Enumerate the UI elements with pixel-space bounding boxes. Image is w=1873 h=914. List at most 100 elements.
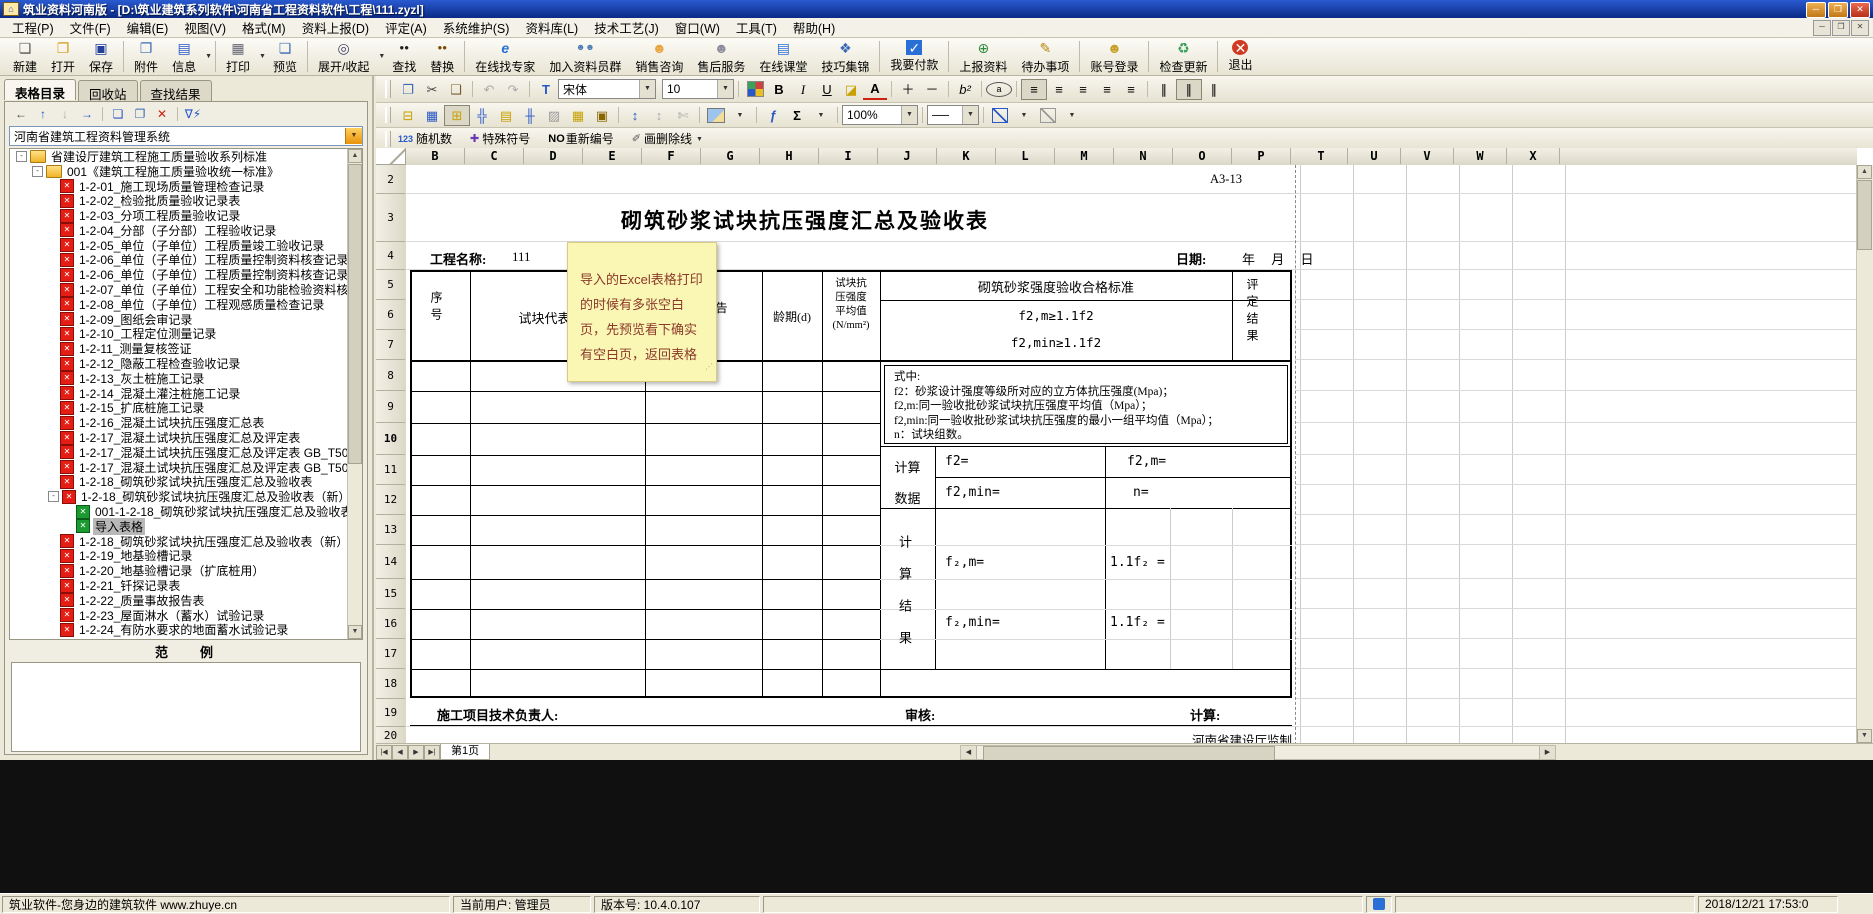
tree-item-27[interactable]: ✕1-2-18_砌筑砂浆试块抗压强度汇总及验收表（新）【2组以 — [10, 534, 362, 549]
tree-item-31[interactable]: ✕1-2-22_质量事故报告表 — [10, 593, 362, 608]
column-header-I[interactable]: I — [819, 148, 878, 164]
toolbar-button-expand-collapse[interactable]: ◎展开/收起 — [311, 38, 376, 76]
toolbar-button-open-folder[interactable]: ❐打开 — [44, 38, 82, 76]
column-header-E[interactable]: E — [583, 148, 642, 164]
tree-item-25[interactable]: ✕001-1-2-18_砌筑砂浆试块抗压强度汇总及验收表（新） — [10, 504, 362, 519]
row-spacing-icon[interactable]: ↕ — [623, 106, 647, 125]
toolbar-button-service-person[interactable]: ☻售后服务 — [690, 38, 752, 76]
menu-item-2[interactable]: 文件(F) — [62, 16, 119, 39]
toolbar-button-save-floppy[interactable]: ▣保存 — [82, 38, 120, 76]
clear-format-icon[interactable]: ✄ — [671, 106, 695, 125]
menu-item-10[interactable]: 技术工艺(J) — [586, 16, 667, 39]
zoom-select[interactable]: 100% ▼ — [842, 105, 918, 125]
redo-icon[interactable]: ↷ — [501, 80, 525, 99]
delete-row-icon[interactable]: ▤ — [494, 106, 518, 125]
decrease-icon[interactable]: － — [920, 80, 944, 99]
chevron-down-icon[interactable]: ▼ — [696, 136, 703, 143]
tree-item-30[interactable]: ✕1-2-21_钎探记录表 — [10, 578, 362, 593]
nav-up-icon[interactable]: ↑ — [33, 105, 53, 124]
chevron-down-icon[interactable]: ▼ — [205, 53, 212, 60]
row-header-19[interactable]: 19 — [376, 699, 405, 727]
sidebar-tab-1[interactable]: 表格目录 — [4, 79, 76, 100]
row-header-4[interactable]: 4 — [376, 242, 405, 270]
underline-icon[interactable]: U — [815, 80, 839, 99]
first-page-icon[interactable]: |◀ — [376, 745, 392, 760]
mdi-minimize-button[interactable]: ─ — [1813, 20, 1831, 36]
cut-icon[interactable]: ✂ — [420, 80, 444, 99]
vertical-text-center-icon[interactable]: ∥ — [1176, 79, 1202, 100]
status-indicator[interactable] — [1366, 896, 1392, 913]
menu-item-3[interactable]: 编辑(E) — [119, 16, 177, 39]
toolbar-button-exit-red[interactable]: ✕退出 — [1221, 39, 1259, 74]
copy-node-icon[interactable]: ❐ — [130, 105, 150, 124]
menu-item-1[interactable]: 工程(P) — [4, 16, 62, 39]
tree-item-19[interactable]: ✕1-2-16_混凝土试块抗压强度汇总表 — [10, 415, 362, 430]
expander-icon[interactable]: - — [48, 491, 59, 502]
tree-item-10[interactable]: ✕1-2-07_单位（子单位）工程安全和功能检验资料核查及主要 — [10, 282, 362, 297]
column-header-U[interactable]: U — [1348, 148, 1401, 164]
grid-hscrollbar[interactable]: ◀ ▶ — [960, 745, 1556, 760]
row-header-8[interactable]: 8 — [376, 360, 405, 391]
tree-item-11[interactable]: ✕1-2-08_单位（子单位）工程观感质量检查记录 — [10, 297, 362, 312]
column-header-P[interactable]: P — [1232, 148, 1291, 164]
scroll-right-icon[interactable]: ▶ — [1539, 746, 1555, 759]
tree-item-5[interactable]: ✕1-2-03_分项工程质量验收记录 — [10, 208, 362, 223]
table-grid-icon[interactable]: ▦ — [566, 106, 590, 125]
project-name-value[interactable]: 111 — [512, 249, 531, 265]
undo-icon[interactable]: ↶ — [477, 80, 501, 99]
form-number-cell[interactable]: A3-13 — [1186, 172, 1266, 187]
chevron-down-icon[interactable]: ▼ — [639, 80, 655, 98]
insert-image-dropdown[interactable]: ▼ — [728, 106, 752, 125]
toolbar-button-todo-disc[interactable]: ✎待办事项 — [1014, 38, 1076, 76]
column-header-K[interactable]: K — [937, 148, 996, 164]
diagonal-border-icon[interactable] — [988, 106, 1012, 125]
align-distribute-icon[interactable]: ≡ — [1119, 80, 1143, 99]
sidebar-tab-2[interactable]: 回收站 — [78, 80, 138, 101]
tree-item-2[interactable]: -001《建筑工程施工质量验收统一标准》 — [10, 164, 362, 179]
sheet-tab-page1[interactable]: 第1页 — [440, 744, 490, 760]
font-size-select[interactable]: 10 ▼ — [662, 79, 734, 99]
tree-scrollbar[interactable]: ▲ ▼ — [347, 149, 362, 639]
menu-item-11[interactable]: 窗口(W) — [667, 16, 728, 39]
column-header-V[interactable]: V — [1401, 148, 1454, 164]
tree-item-22[interactable]: ✕1-2-17_混凝土试块抗压强度汇总及评定表 GB_T50107-2010 — [10, 460, 362, 475]
tree-item-8[interactable]: ✕1-2-06_单位（子单位）工程质量控制资料核查记录 — [10, 253, 362, 268]
column-header-C[interactable]: C — [465, 148, 524, 164]
minimize-button[interactable]: ─ — [1806, 2, 1826, 18]
copy-icon[interactable]: ❐ — [396, 80, 420, 99]
column-header-X[interactable]: X — [1507, 148, 1560, 164]
toolbar-grip[interactable] — [385, 131, 391, 146]
fill-color-icon[interactable]: ◪ — [839, 80, 863, 99]
tree-item-9[interactable]: ✕1-2-06_单位（子单位）工程质量控制资料核查记录(续表) — [10, 267, 362, 282]
scroll-down-icon[interactable]: ▼ — [348, 625, 362, 639]
tree-item-15[interactable]: ✕1-2-12_隐蔽工程检查验收记录 — [10, 356, 362, 371]
chevron-down-icon[interactable]: ▼ — [259, 53, 266, 60]
split-cell-icon[interactable]: ╬ — [470, 106, 494, 125]
tree-item-13[interactable]: ✕1-2-10_工程定位测量记录 — [10, 327, 362, 342]
menu-item-4[interactable]: 视图(V) — [176, 16, 234, 39]
nav-down-icon[interactable]: ↓ — [55, 105, 75, 124]
superscript-icon[interactable]: b² — [953, 80, 977, 99]
mdi-restore-button[interactable]: ❐ — [1832, 20, 1850, 36]
fill-pattern-icon[interactable]: ▨ — [542, 106, 566, 125]
tree-item-24[interactable]: -✕1-2-18_砌筑砂浆试块抗压强度汇总及验收表（新）【1-2组 — [10, 489, 362, 504]
menu-item-5[interactable]: 格式(M) — [234, 16, 294, 39]
toolbar-button-new-doc[interactable]: ❏新建 — [6, 38, 44, 76]
scroll-up-icon[interactable]: ▲ — [348, 149, 362, 163]
column-header-W[interactable]: W — [1454, 148, 1507, 164]
row-header-3[interactable]: 3 — [376, 194, 405, 242]
insert-image-icon[interactable] — [704, 106, 728, 125]
column-header-T[interactable]: T — [1295, 148, 1348, 164]
insert-col-icon[interactable]: ⊞ — [444, 105, 470, 126]
sum-dropdown[interactable]: ▼ — [809, 106, 833, 125]
column-header-O[interactable]: O — [1173, 148, 1232, 164]
toolbar-button-ie-e[interactable]: e在线找专家 — [468, 38, 542, 76]
toolbar-button-find-binoculars[interactable]: ●●查找 — [385, 38, 423, 76]
toolbar-button-account-person[interactable]: ☻账号登录 — [1083, 38, 1145, 76]
restore-button[interactable]: ❐ — [1828, 2, 1848, 18]
toolbar-button-printer[interactable]: ▦打印 — [219, 38, 257, 76]
sheet-area[interactable]: A3-13 砌筑砂浆试块抗压强度汇总及验收表 工程名称: 111 日期: 年 月… — [406, 165, 1857, 743]
column-header-G[interactable]: G — [701, 148, 760, 164]
column-header-B[interactable]: B — [406, 148, 465, 164]
scroll-left-icon[interactable]: ◀ — [961, 746, 977, 759]
